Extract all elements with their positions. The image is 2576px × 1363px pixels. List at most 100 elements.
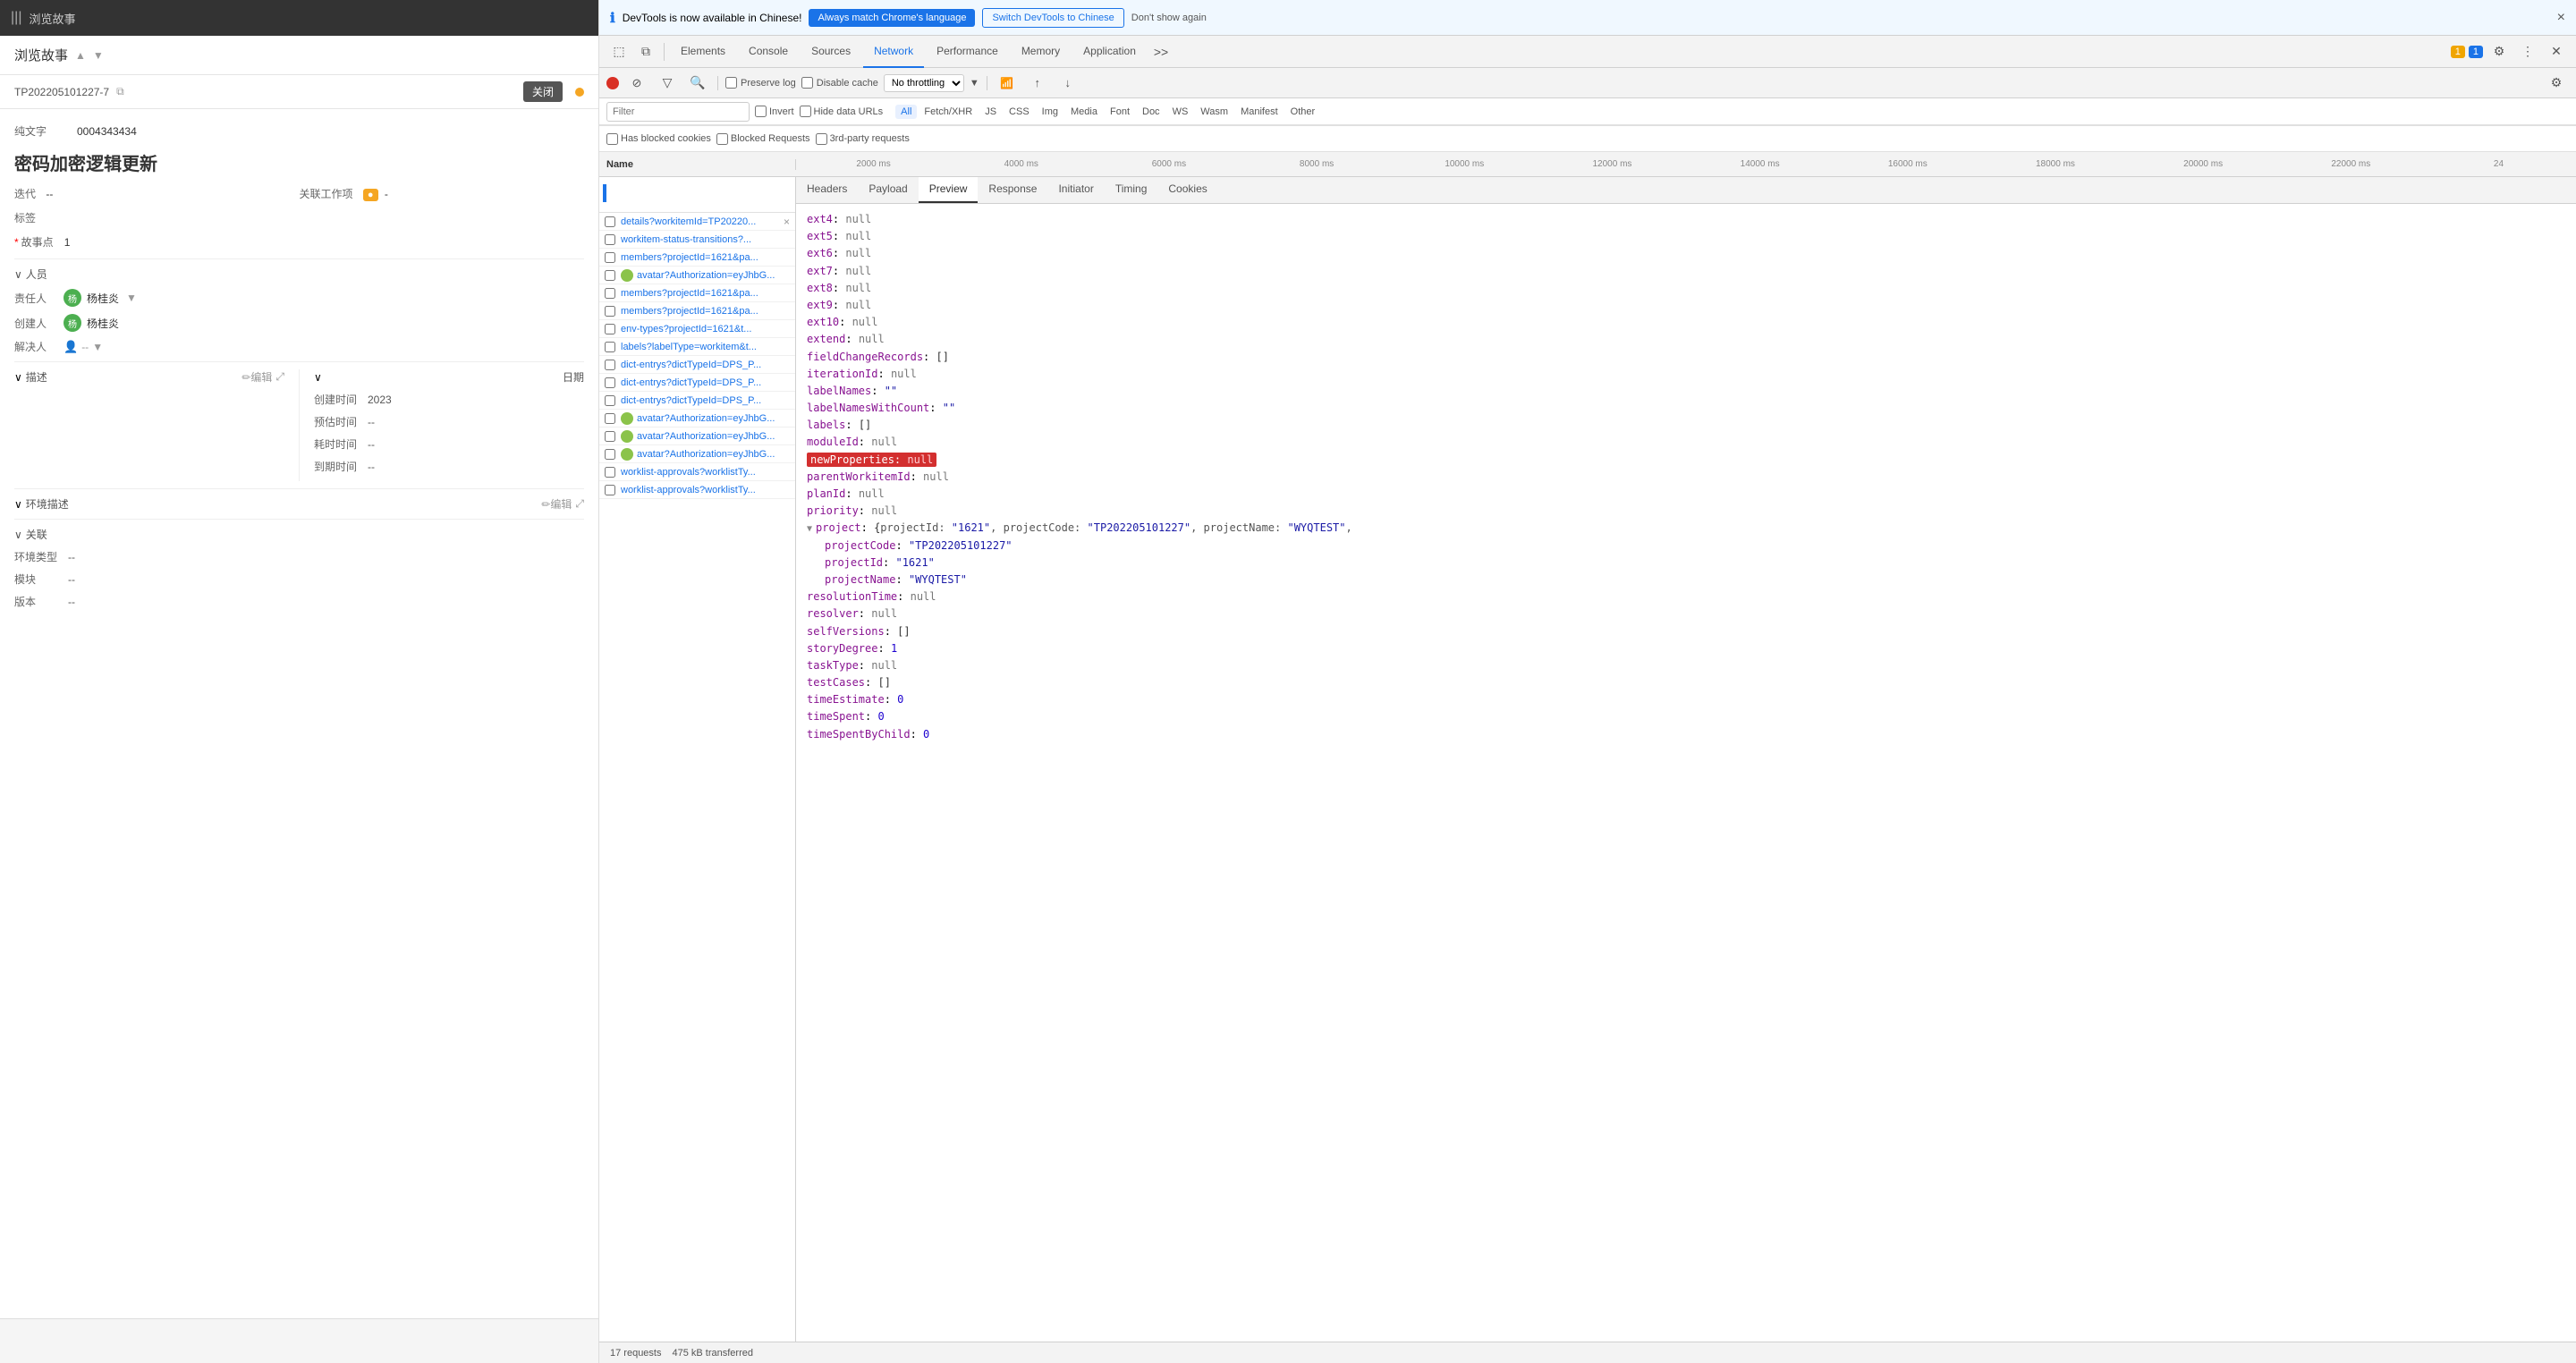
preserve-log-checkbox[interactable]: Preserve log — [725, 77, 796, 89]
request-item-9[interactable]: dict-entrys?dictTypeId=DPS_P... — [599, 374, 795, 392]
search-button[interactable]: 🔍 — [685, 71, 710, 96]
import-btn[interactable]: ↑ — [1025, 71, 1050, 96]
device-icon-btn[interactable]: ⧉ — [633, 39, 658, 64]
tab-performance[interactable]: Performance — [926, 36, 1009, 68]
filter-type-all[interactable]: All — [895, 105, 917, 119]
copy-icon[interactable]: ⧉ — [116, 85, 124, 98]
tab-headers[interactable]: Headers — [796, 177, 858, 203]
filter-type-css[interactable]: CSS — [1004, 105, 1035, 119]
invert-checkbox[interactable]: Invert — [755, 106, 794, 117]
filter-type-other[interactable]: Other — [1285, 105, 1321, 119]
third-party-checkbox[interactable]: 3rd-party requests — [816, 133, 910, 145]
related-header[interactable]: ∨ 关联 — [14, 527, 584, 542]
throttle-select[interactable]: No throttling Fast 3G Slow 3G Offline — [884, 74, 964, 92]
request-item-13[interactable]: avatar?Authorization=eyJhbG... — [599, 445, 795, 463]
switch-chinese-button[interactable]: Switch DevTools to Chinese — [982, 8, 1123, 28]
desc-chevron[interactable]: ∨ — [14, 371, 22, 384]
request-checkbox-0[interactable] — [605, 216, 615, 227]
notification-close-button[interactable]: × — [2557, 10, 2565, 26]
filter-type-ws[interactable]: WS — [1167, 105, 1194, 119]
tab-console[interactable]: Console — [738, 36, 799, 68]
record-button[interactable] — [606, 77, 619, 89]
request-checkbox-11[interactable] — [605, 413, 615, 424]
match-language-button[interactable]: Always match Chrome's language — [809, 9, 975, 27]
request-item-6[interactable]: env-types?projectId=1621&t... — [599, 320, 795, 338]
tab-timing[interactable]: Timing — [1105, 177, 1158, 203]
request-checkbox-14[interactable] — [605, 467, 615, 478]
network-settings-btn[interactable]: ⚙ — [2544, 71, 2569, 96]
request-close-0[interactable]: × — [784, 216, 790, 228]
people-header[interactable]: ∨ 人员 — [14, 267, 584, 282]
request-checkbox-9[interactable] — [605, 377, 615, 388]
nav-chevron-down[interactable]: ▼ — [93, 49, 104, 62]
edit-icon[interactable]: ✏ — [242, 371, 250, 384]
filter-type-wasm[interactable]: Wasm — [1195, 105, 1233, 119]
tab-sources[interactable]: Sources — [801, 36, 861, 68]
filter-toggle-btn[interactable]: ▽ — [655, 71, 680, 96]
request-checkbox-10[interactable] — [605, 395, 615, 406]
cursor-icon-btn[interactable]: ⬚ — [606, 39, 631, 64]
filter-input[interactable] — [606, 102, 750, 122]
request-checkbox-1[interactable] — [605, 234, 615, 245]
resolver-chevron[interactable]: ▼ — [92, 341, 103, 353]
request-checkbox-8[interactable] — [605, 360, 615, 370]
filter-type-font[interactable]: Font — [1105, 105, 1135, 119]
desc-edit-label[interactable]: 编辑 — [250, 369, 272, 385]
has-blocked-cookies-checkbox[interactable]: Has blocked cookies — [606, 133, 711, 145]
filter-type-js[interactable]: JS — [979, 105, 1002, 119]
tab-payload[interactable]: Payload — [858, 177, 918, 203]
request-item-10[interactable]: dict-entrys?dictTypeId=DPS_P... — [599, 392, 795, 410]
network-conditions-btn[interactable]: 📶 — [995, 71, 1020, 96]
filter-type-doc[interactable]: Doc — [1137, 105, 1165, 119]
more-options-btn[interactable]: ⋮ — [2515, 39, 2540, 64]
filter-type-manifest[interactable]: Manifest — [1235, 105, 1284, 119]
export-btn[interactable]: ↓ — [1055, 71, 1080, 96]
request-checkbox-7[interactable] — [605, 342, 615, 352]
request-item-11[interactable]: avatar?Authorization=eyJhbG... — [599, 410, 795, 428]
request-checkbox-12[interactable] — [605, 431, 615, 442]
env-desc-chevron[interactable]: ∨ — [14, 498, 22, 511]
tab-elements[interactable]: Elements — [670, 36, 736, 68]
tab-cookies[interactable]: Cookies — [1157, 177, 1217, 203]
filter-type-media[interactable]: Media — [1065, 105, 1103, 119]
request-checkbox-13[interactable] — [605, 449, 615, 460]
blocked-requests-checkbox[interactable]: Blocked Requests — [716, 133, 810, 145]
hide-data-urls-checkbox[interactable]: Hide data URLs — [800, 106, 884, 117]
close-button[interactable]: 关闭 — [523, 81, 563, 102]
request-item-4[interactable]: members?projectId=1621&pa... — [599, 284, 795, 302]
clear-button[interactable]: ⊘ — [624, 71, 649, 96]
env-edit-label[interactable]: 编辑 — [550, 496, 572, 512]
request-item-12[interactable]: avatar?Authorization=eyJhbG... — [599, 428, 795, 445]
request-item-14[interactable]: worklist-approvals?worklistTy... — [599, 463, 795, 481]
tab-application[interactable]: Application — [1072, 36, 1147, 68]
request-item-15[interactable]: worklist-approvals?worklistTy... — [599, 481, 795, 499]
request-item-0[interactable]: details?workitemId=TP20220... × — [599, 213, 795, 231]
tab-response[interactable]: Response — [978, 177, 1047, 203]
request-checkbox-5[interactable] — [605, 306, 615, 317]
request-checkbox-6[interactable] — [605, 324, 615, 334]
request-item-7[interactable]: labels?labelType=workitem&t... — [599, 338, 795, 356]
request-item-1[interactable]: workitem-status-transitions?... — [599, 231, 795, 249]
filter-type-fetch[interactable]: Fetch/XHR — [919, 105, 978, 119]
nav-chevron-up[interactable]: ▲ — [75, 49, 86, 62]
filter-type-img[interactable]: Img — [1037, 105, 1063, 119]
request-item-2[interactable]: members?projectId=1621&pa... — [599, 249, 795, 267]
date-chevron[interactable]: ∨ — [314, 371, 322, 384]
tab-initiator[interactable]: Initiator — [1047, 177, 1104, 203]
tab-more-button[interactable]: >> — [1148, 41, 1174, 63]
close-devtools-btn[interactable]: ✕ — [2544, 39, 2569, 64]
tab-memory[interactable]: Memory — [1011, 36, 1071, 68]
request-checkbox-4[interactable] — [605, 288, 615, 299]
assignee-chevron[interactable]: ▼ — [126, 292, 137, 304]
env-expand-icon[interactable]: ⤢ — [575, 497, 584, 511]
tab-network[interactable]: Network — [863, 36, 924, 68]
settings-icon-btn[interactable]: ⚙ — [2487, 39, 2512, 64]
request-checkbox-15[interactable] — [605, 485, 615, 495]
dismiss-button[interactable]: Don't show again — [1131, 13, 1207, 23]
env-edit-icon[interactable]: ✏ — [541, 498, 550, 511]
project-expand[interactable] — [807, 520, 812, 537]
disable-cache-checkbox[interactable]: Disable cache — [801, 77, 878, 89]
request-item-3[interactable]: avatar?Authorization=eyJhbG... — [599, 267, 795, 284]
request-item-8[interactable]: dict-entrys?dictTypeId=DPS_P... — [599, 356, 795, 374]
request-item-5[interactable]: members?projectId=1621&pa... — [599, 302, 795, 320]
